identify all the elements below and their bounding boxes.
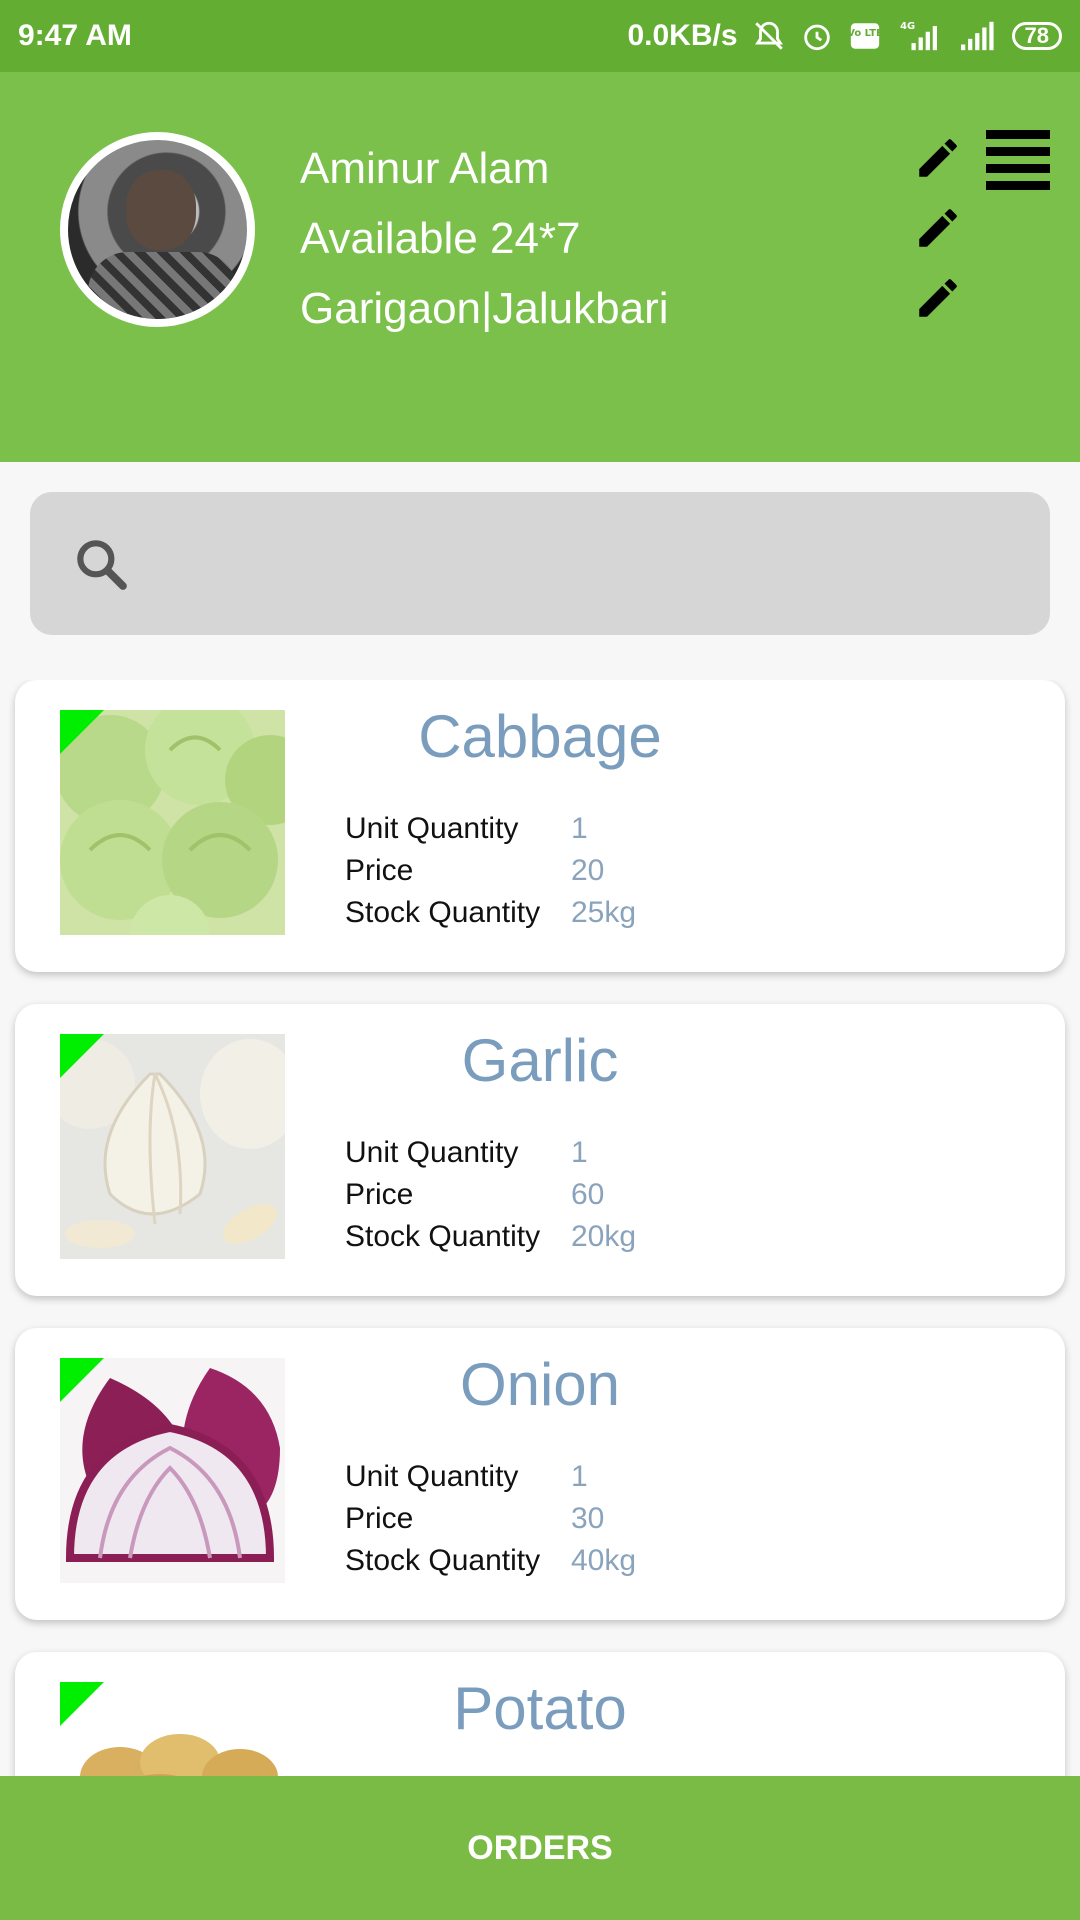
product-card-potato[interactable]: Potato — [15, 1652, 1065, 1776]
profile-name: Aminur Alam — [300, 144, 550, 193]
alarm-icon — [800, 19, 834, 53]
menu-line — [986, 164, 1050, 173]
unit-value: 1 — [571, 812, 588, 845]
bell-off-icon — [752, 19, 786, 53]
search-input[interactable] — [152, 523, 1050, 604]
network-type: 4G — [900, 21, 915, 32]
profile-availability: Available 24*7 — [300, 214, 581, 263]
unit-label: Unit Quantity — [345, 1460, 519, 1493]
stock-label: Stock Quantity — [345, 1220, 541, 1253]
product-info: Unit Quantity 1 Price 30 Stock Quantity 40k… — [345, 1456, 636, 1582]
price-value: 60 — [571, 1178, 605, 1211]
product-card-onion[interactable]: Onion Unit Quantity 1 Price 30 Stock Quant… — [15, 1328, 1065, 1620]
stock-value: 40kg — [571, 1544, 637, 1577]
product-info: Unit Quantity 1 Price 20 Stock Quantity 25k… — [345, 808, 636, 934]
product-card-cabbage[interactable]: Cabbage Unit Quantity 1 Price 20 Stock Qua… — [15, 680, 1065, 972]
status-icons: 0.0KB/s Vo LTE 4G 78 — [627, 19, 1062, 53]
stock-value: 20kg — [571, 1220, 637, 1253]
profile-details: Aminur Alam Available 24*7 Garigaon|Jalu… — [300, 134, 669, 344]
price-label: Price — [345, 854, 414, 887]
product-card-garlic[interactable]: Garlic Unit Quantity 1 Price 60 Stock Quan… — [15, 1004, 1065, 1296]
product-name: Onion — [459, 1351, 621, 1418]
menu-line — [986, 147, 1050, 156]
battery-icon: 78 — [1011, 22, 1062, 50]
stock-label: Stock Quantity — [345, 896, 541, 929]
unit-value: 1 — [571, 1136, 588, 1169]
pencil-icon — [919, 209, 957, 247]
stock-label: Stock Quantity — [345, 1544, 541, 1577]
edit-availability-button[interactable] — [910, 200, 966, 256]
menu-line — [986, 181, 1050, 190]
avatar-body — [88, 252, 238, 319]
status-bar: 9:47 AM 0.0KB/s Vo LTE 4G 78 — [0, 0, 1080, 72]
status-time: 9:47 AM — [18, 19, 132, 52]
avatar[interactable] — [60, 132, 255, 327]
signal-4g-icon: 4G — [896, 19, 944, 53]
search-icon — [77, 539, 127, 590]
price-label: Price — [345, 1502, 414, 1535]
product-name: Potato — [453, 1675, 627, 1742]
volte-text: Vo LTE — [848, 28, 882, 39]
profile-location: Garigaon|Jalukbari — [300, 284, 669, 333]
product-list[interactable]: Cabbage Unit Quantity 1 Price 20 Stock Qua… — [0, 680, 1080, 1776]
product-name: Cabbage — [418, 703, 662, 770]
orders-button[interactable]: ORDERS — [0, 1776, 1080, 1920]
network-speed: 0.0KB/s — [627, 19, 738, 52]
price-value: 30 — [571, 1502, 605, 1535]
signal-icon — [958, 19, 998, 53]
edit-location-button[interactable] — [910, 270, 966, 326]
pencil-icon — [919, 279, 957, 317]
price-value: 20 — [571, 854, 605, 887]
unit-label: Unit Quantity — [345, 812, 519, 845]
search-bar[interactable] — [30, 492, 1050, 635]
menu-icon[interactable] — [986, 130, 1050, 190]
menu-line — [986, 130, 1050, 139]
profile-header: Aminur Alam Available 24*7 Garigaon|Jalu… — [0, 72, 1080, 462]
unit-label: Unit Quantity — [345, 1136, 519, 1169]
avatar-head — [126, 170, 196, 250]
stock-value: 25kg — [571, 896, 637, 929]
product-name: Garlic — [461, 1027, 619, 1094]
volte-icon: Vo LTE — [848, 19, 882, 53]
edit-name-button[interactable] — [910, 130, 966, 186]
price-label: Price — [345, 1178, 414, 1211]
unit-value: 1 — [571, 1460, 588, 1493]
pencil-icon — [919, 139, 957, 177]
product-info: Unit Quantity 1 Price 60 Stock Quantity 20k… — [345, 1132, 636, 1258]
